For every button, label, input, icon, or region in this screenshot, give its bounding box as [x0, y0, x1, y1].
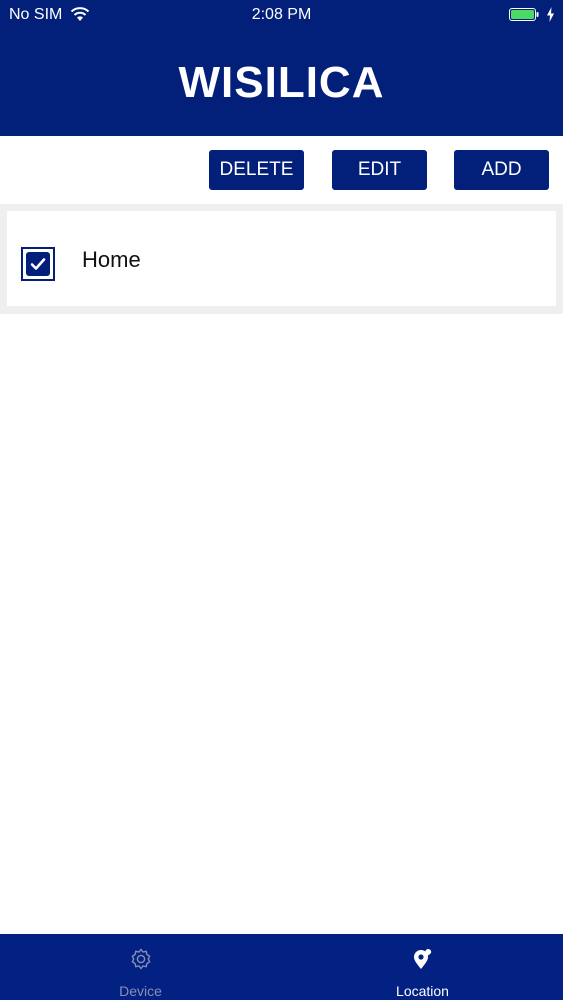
- tab-location-label: Location: [396, 983, 449, 999]
- gear-icon: [131, 948, 151, 970]
- delete-button[interactable]: DELETE: [209, 150, 304, 190]
- tab-device[interactable]: Device: [0, 934, 281, 1000]
- header: No SIM 2:08 PM WISILICA: [0, 0, 563, 136]
- toolbar: DELETE EDIT ADD: [0, 136, 563, 204]
- status-bar: No SIM 2:08 PM: [0, 0, 563, 30]
- charging-icon: [547, 7, 554, 22]
- location-pin-icon: [414, 949, 432, 969]
- edit-button[interactable]: EDIT: [332, 150, 427, 190]
- location-checkbox[interactable]: [21, 247, 55, 281]
- checkbox-fill: [26, 252, 50, 276]
- add-button[interactable]: ADD: [454, 150, 549, 190]
- location-list: Home: [0, 204, 563, 314]
- app-logo: WISILICA: [178, 58, 385, 107]
- tab-bar: Device Location: [0, 934, 563, 1000]
- list-item[interactable]: Home: [7, 211, 556, 306]
- battery-icon: [509, 8, 539, 21]
- status-time: 2:08 PM: [251, 6, 312, 23]
- checkmark-icon: [30, 258, 46, 270]
- location-label: Home: [82, 247, 141, 272]
- tab-location[interactable]: Location: [282, 934, 563, 1000]
- tab-device-label: Device: [119, 983, 162, 999]
